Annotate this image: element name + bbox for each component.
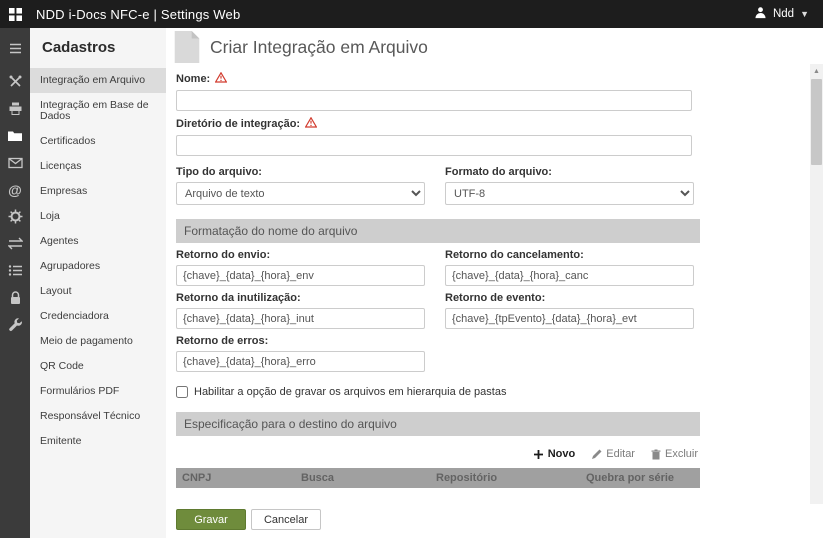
- hierarquia-checkbox[interactable]: [176, 386, 188, 398]
- sidebar-item-layout[interactable]: Layout: [30, 279, 166, 304]
- sidebar-item-formularios-pdf[interactable]: Formulários PDF: [30, 379, 166, 404]
- nome-label: Nome:: [176, 73, 210, 85]
- folder-icon[interactable]: [0, 122, 30, 149]
- apps-grid-icon[interactable]: [0, 0, 30, 28]
- sidebar-item-credenciadora[interactable]: Credenciadora: [30, 304, 166, 329]
- document-icon: [172, 30, 202, 67]
- retorno-erros-input[interactable]: [176, 351, 425, 372]
- sidebar-item-qr-code[interactable]: QR Code: [30, 354, 166, 379]
- retorno-inutilizacao-input[interactable]: [176, 308, 425, 329]
- editar-button[interactable]: Editar: [591, 448, 635, 460]
- excluir-button-label: Excluir: [665, 448, 698, 460]
- retorno-envio-label: Retorno do envio:: [176, 249, 270, 261]
- form-footer: Gravar Cancelar: [166, 504, 823, 538]
- user-icon: [754, 6, 767, 22]
- novo-button-label: Novo: [548, 448, 576, 460]
- scrollbar-thumb[interactable]: [811, 79, 822, 165]
- menu-icon[interactable]: [0, 35, 30, 62]
- novo-button[interactable]: Novo: [533, 448, 576, 460]
- retorno-envio-input[interactable]: [176, 265, 425, 286]
- form-area: Nome: Diretório de integração: Tipo do a…: [166, 64, 823, 504]
- sidebar-item-empresas[interactable]: Empresas: [30, 179, 166, 204]
- col-busca: Busca: [301, 472, 436, 484]
- excluir-button[interactable]: Excluir: [651, 448, 698, 460]
- formato-arquivo-label: Formato do arquivo:: [445, 166, 552, 178]
- mail-icon[interactable]: [0, 149, 30, 176]
- sidebar-item-emitente[interactable]: Emitente: [30, 429, 166, 454]
- page-title: Criar Integração em Arquivo: [210, 37, 428, 58]
- tipo-arquivo-select[interactable]: Arquivo de texto: [176, 182, 425, 205]
- warning-icon: [215, 72, 227, 86]
- col-cnpj: CNPJ: [176, 472, 301, 484]
- icon-rail: @: [0, 28, 30, 538]
- col-quebra-por-serie: Quebra por série: [586, 472, 700, 484]
- diretorio-input[interactable]: [176, 135, 692, 156]
- nome-input[interactable]: [176, 90, 692, 111]
- col-repositorio: Repositório: [436, 472, 586, 484]
- topbar: NDD i-Docs NFC-e | Settings Web Ndd ▼: [0, 0, 823, 28]
- diretorio-label: Diretório de integração:: [176, 118, 300, 130]
- destination-table-header: CNPJ Busca Repositório Quebra por série: [176, 468, 700, 488]
- list-icon[interactable]: [0, 257, 30, 284]
- warning-icon: [305, 117, 317, 131]
- sidebar-item-certificados[interactable]: Certificados: [30, 129, 166, 154]
- retorno-cancelamento-input[interactable]: [445, 265, 694, 286]
- user-menu[interactable]: Ndd ▼: [740, 0, 823, 28]
- app-title: NDD i-Docs NFC-e | Settings Web: [36, 7, 240, 22]
- tipo-arquivo-label: Tipo do arquivo:: [176, 166, 262, 178]
- retorno-erros-label: Retorno de erros:: [176, 335, 268, 347]
- sidebar-item-integracao-em-arquivo[interactable]: Integração em Arquivo: [30, 68, 166, 93]
- sidebar-heading: Cadastros: [30, 28, 166, 68]
- sidebar-item-responsavel-tecnico[interactable]: Responsável Técnico: [30, 404, 166, 429]
- wrench-icon[interactable]: [0, 311, 30, 338]
- sidebar-item-integracao-em-base-de-dados[interactable]: Integração em Base de Dados: [30, 93, 166, 129]
- grid-toolbar: Novo Editar Excluir: [176, 436, 700, 468]
- retorno-evento-input[interactable]: [445, 308, 694, 329]
- page-header: Criar Integração em Arquivo: [166, 28, 823, 62]
- retorno-cancelamento-label: Retorno do cancelamento:: [445, 249, 584, 261]
- user-name: Ndd: [773, 8, 794, 20]
- section-especificacao-heading: Especificação para o destino do arquivo: [176, 412, 700, 436]
- at-icon[interactable]: @: [0, 176, 30, 203]
- retorno-evento-label: Retorno de evento:: [445, 292, 545, 304]
- sidebar-item-licencas[interactable]: Licenças: [30, 154, 166, 179]
- cancelar-button[interactable]: Cancelar: [251, 509, 321, 530]
- sidebar-item-meio-de-pagamento[interactable]: Meio de pagamento: [30, 329, 166, 354]
- sidebar-item-agentes[interactable]: Agentes: [30, 229, 166, 254]
- chevron-down-icon: ▼: [800, 9, 809, 19]
- vertical-scrollbar[interactable]: ▲ ▼: [810, 64, 823, 526]
- hierarquia-checkbox-label: Habilitar a opção de gravar os arquivos …: [194, 386, 506, 398]
- sidebar: Cadastros Integração em Arquivo Integraç…: [30, 28, 166, 538]
- section-formatacao-heading: Formatação do nome do arquivo: [176, 219, 700, 243]
- sidebar-item-agrupadores[interactable]: Agrupadores: [30, 254, 166, 279]
- lock-icon[interactable]: [0, 284, 30, 311]
- formato-arquivo-select[interactable]: UTF-8: [445, 182, 694, 205]
- tools-icon[interactable]: [0, 68, 30, 95]
- transfer-icon[interactable]: [0, 230, 30, 257]
- main-panel: Criar Integração em Arquivo Nome: Diretó…: [166, 28, 823, 538]
- gravar-button[interactable]: Gravar: [176, 509, 246, 530]
- retorno-inutilizacao-label: Retorno da inutilização:: [176, 292, 301, 304]
- printer-icon[interactable]: [0, 95, 30, 122]
- gear-icon[interactable]: [0, 203, 30, 230]
- sidebar-item-loja[interactable]: Loja: [30, 204, 166, 229]
- scroll-up-icon[interactable]: ▲: [810, 64, 823, 78]
- editar-button-label: Editar: [606, 448, 635, 460]
